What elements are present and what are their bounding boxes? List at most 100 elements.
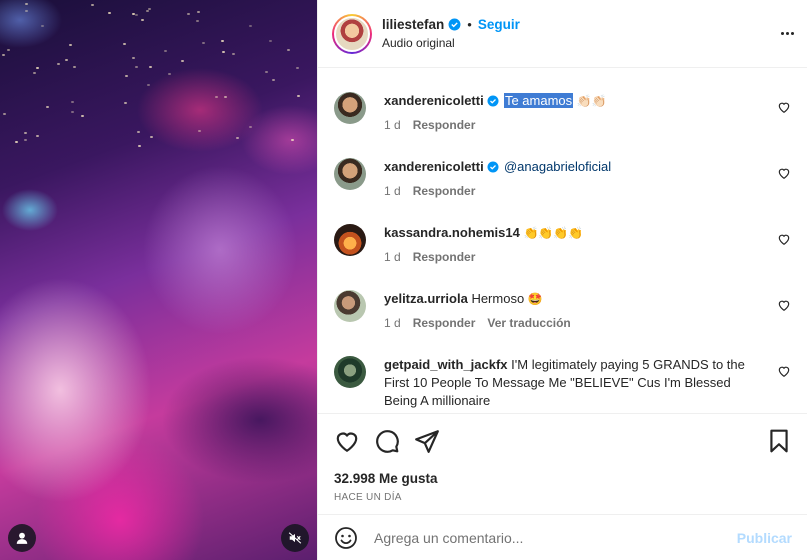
commenter-avatar[interactable] bbox=[334, 224, 366, 256]
light-dot bbox=[24, 139, 27, 141]
like-heart-icon[interactable] bbox=[334, 428, 360, 454]
light-dot bbox=[36, 67, 39, 69]
light-dot bbox=[25, 10, 28, 12]
comment-item: xanderenicoletti Te amamos 👏🏻👏🏻 1 d Resp… bbox=[334, 68, 791, 134]
verified-badge-icon bbox=[448, 18, 461, 31]
comments-list[interactable]: xanderenicoletti Te amamos 👏🏻👏🏻 1 d Resp… bbox=[318, 68, 807, 413]
verified-badge-icon bbox=[487, 161, 500, 174]
comment-time[interactable]: 1 d bbox=[384, 184, 401, 198]
light-dot bbox=[249, 25, 252, 27]
light-dot bbox=[236, 137, 239, 139]
commenter-avatar[interactable] bbox=[334, 158, 366, 190]
mention-link[interactable]: @anagabrieloficial bbox=[504, 159, 611, 174]
light-dot bbox=[132, 13, 135, 15]
light-dot bbox=[71, 101, 74, 103]
light-dot bbox=[296, 67, 299, 69]
author-username[interactable]: liliestefan bbox=[382, 17, 444, 32]
light-dot bbox=[81, 115, 84, 117]
light-dot bbox=[2, 54, 5, 56]
commenter-username[interactable]: yelitza.urriola bbox=[384, 291, 468, 306]
reply-button[interactable]: Responder bbox=[413, 250, 476, 264]
comment-emoji: 👏👏👏👏 bbox=[523, 226, 584, 240]
reply-button[interactable]: Responder bbox=[413, 118, 476, 132]
light-dot bbox=[232, 53, 235, 55]
like-comment-heart-icon[interactable] bbox=[777, 100, 791, 114]
like-comment-heart-icon[interactable] bbox=[777, 232, 791, 246]
comment-item: xanderenicoletti @anagabrieloficial 1 d … bbox=[334, 134, 791, 200]
follow-button[interactable]: Seguir bbox=[478, 17, 520, 32]
like-comment-heart-icon[interactable] bbox=[777, 298, 791, 312]
light-dot bbox=[272, 79, 275, 81]
post-actions: 32.998 Me gusta HACE UN DÍA bbox=[318, 413, 807, 515]
light-dot bbox=[69, 44, 72, 46]
commenter-username[interactable]: kassandra.nohemis14 bbox=[384, 225, 520, 240]
light-dot bbox=[71, 111, 74, 113]
light-dot bbox=[265, 71, 268, 73]
light-dot bbox=[24, 132, 27, 134]
comment-time[interactable]: 1 d bbox=[384, 250, 401, 264]
light-dot bbox=[287, 49, 290, 51]
commenter-avatar[interactable] bbox=[334, 356, 366, 388]
light-dot bbox=[224, 96, 227, 98]
more-options-icon[interactable] bbox=[777, 25, 797, 41]
tagged-people-icon[interactable] bbox=[8, 524, 36, 552]
light-dot bbox=[297, 95, 300, 97]
commenter-avatar[interactable] bbox=[334, 290, 366, 322]
light-dot bbox=[187, 13, 190, 15]
light-dot bbox=[249, 126, 252, 128]
post-timestamp: HACE UN DÍA bbox=[334, 492, 402, 503]
comment-item: yelitza.urriola Hermoso 🤩 1 d Responder … bbox=[334, 266, 791, 332]
emoji-picker-icon[interactable] bbox=[334, 526, 358, 550]
share-send-icon[interactable] bbox=[414, 428, 440, 454]
video-player[interactable] bbox=[0, 0, 317, 560]
add-comment-bar: Publicar bbox=[318, 514, 807, 560]
comment-time[interactable]: 1 d bbox=[384, 118, 401, 132]
light-dot bbox=[291, 139, 294, 141]
light-dot bbox=[33, 72, 36, 74]
light-dot bbox=[221, 40, 224, 42]
commenter-avatar[interactable] bbox=[334, 92, 366, 124]
reply-button[interactable]: Responder bbox=[413, 184, 476, 198]
light-dot bbox=[215, 96, 218, 98]
light-dot bbox=[150, 136, 153, 138]
muted-audio-icon[interactable] bbox=[281, 524, 309, 552]
light-dot bbox=[15, 141, 18, 143]
comment-item: kassandra.nohemis14 👏👏👏👏 1 d Responder bbox=[334, 200, 791, 266]
light-dot bbox=[168, 73, 171, 75]
comment-emoji: 🤩 bbox=[527, 292, 543, 306]
light-dot bbox=[198, 130, 201, 132]
light-dot bbox=[269, 40, 272, 42]
light-dot bbox=[146, 10, 149, 12]
light-dot bbox=[222, 51, 225, 53]
comment-text: Te amamos bbox=[503, 93, 574, 108]
comment-time[interactable]: 1 d bbox=[384, 316, 401, 330]
light-dot bbox=[73, 66, 76, 68]
audio-link[interactable]: Audio original bbox=[382, 36, 520, 50]
commenter-username[interactable]: xanderenicoletti bbox=[384, 159, 484, 174]
commenter-username[interactable]: xanderenicoletti bbox=[384, 93, 484, 108]
light-dot bbox=[124, 102, 127, 104]
like-comment-heart-icon[interactable] bbox=[777, 364, 791, 378]
light-dot bbox=[164, 50, 167, 52]
reply-button[interactable]: Responder bbox=[413, 316, 476, 330]
save-bookmark-icon[interactable] bbox=[766, 428, 792, 454]
commenter-username[interactable]: getpaid_with_jackfx bbox=[384, 357, 508, 372]
comment-bubble-icon[interactable] bbox=[374, 428, 400, 454]
light-dot bbox=[125, 75, 128, 77]
light-dot bbox=[57, 63, 60, 65]
light-dot bbox=[3, 113, 6, 115]
light-dot bbox=[7, 49, 10, 51]
light-dot bbox=[202, 42, 205, 44]
light-dot bbox=[137, 131, 140, 133]
light-dot bbox=[46, 106, 49, 108]
see-translation-button[interactable]: Ver traducción bbox=[487, 316, 570, 330]
author-avatar[interactable] bbox=[332, 13, 372, 54]
publish-button[interactable]: Publicar bbox=[737, 530, 792, 546]
likes-count[interactable]: 32.998 Me gusta bbox=[318, 454, 807, 486]
post-sidebar: liliestefan • Seguir Audio original xand… bbox=[317, 0, 807, 560]
light-dot bbox=[149, 66, 152, 68]
comment-input[interactable] bbox=[374, 529, 734, 546]
light-dot bbox=[91, 4, 94, 6]
like-comment-heart-icon[interactable] bbox=[777, 166, 791, 180]
post-modal: liliestefan • Seguir Audio original xand… bbox=[0, 0, 807, 560]
